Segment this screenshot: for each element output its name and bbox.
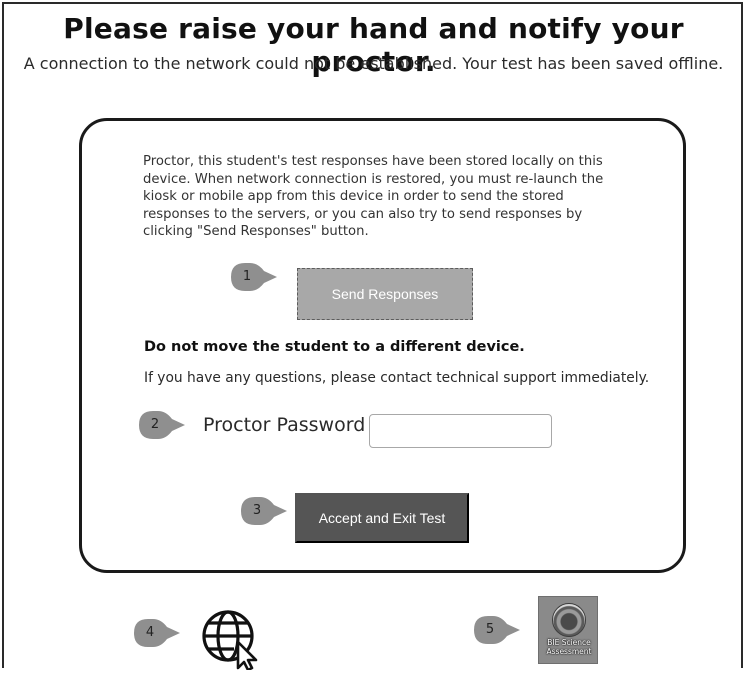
device-warning: Do not move the student to a different d… [144,339,525,355]
science-assessment-app-icon[interactable]: BIE Science Assessment [538,596,598,664]
support-notice: If you have any questions, please contac… [144,370,650,386]
globe-cursor-icon[interactable] [199,606,261,672]
callout-number: 4 [145,625,155,640]
callout-marker-1: 1 [230,262,278,292]
proctor-note: Proctor, this student's test responses h… [143,154,604,239]
callout-marker-3: 3 [240,496,288,526]
page-subtitle: A connection to the network could not be… [23,54,724,73]
proctor-password-label: Proctor Password [203,414,366,436]
send-responses-button[interactable]: Send Responses [297,268,473,320]
proctor-password-input[interactable] [369,414,552,448]
callout-marker-4: 4 [133,618,181,648]
callout-number: 1 [242,269,252,284]
callout-number: 5 [485,622,495,637]
callout-number: 3 [252,503,262,518]
callout-marker-2: 2 [138,410,186,440]
accept-and-exit-button[interactable]: Accept and Exit Test [295,493,469,543]
callout-number: 2 [150,417,160,432]
callout-marker-5: 5 [473,615,521,645]
app-icon-label: BIE Science Assessment [546,638,592,656]
assessment-seal-icon [552,603,586,637]
